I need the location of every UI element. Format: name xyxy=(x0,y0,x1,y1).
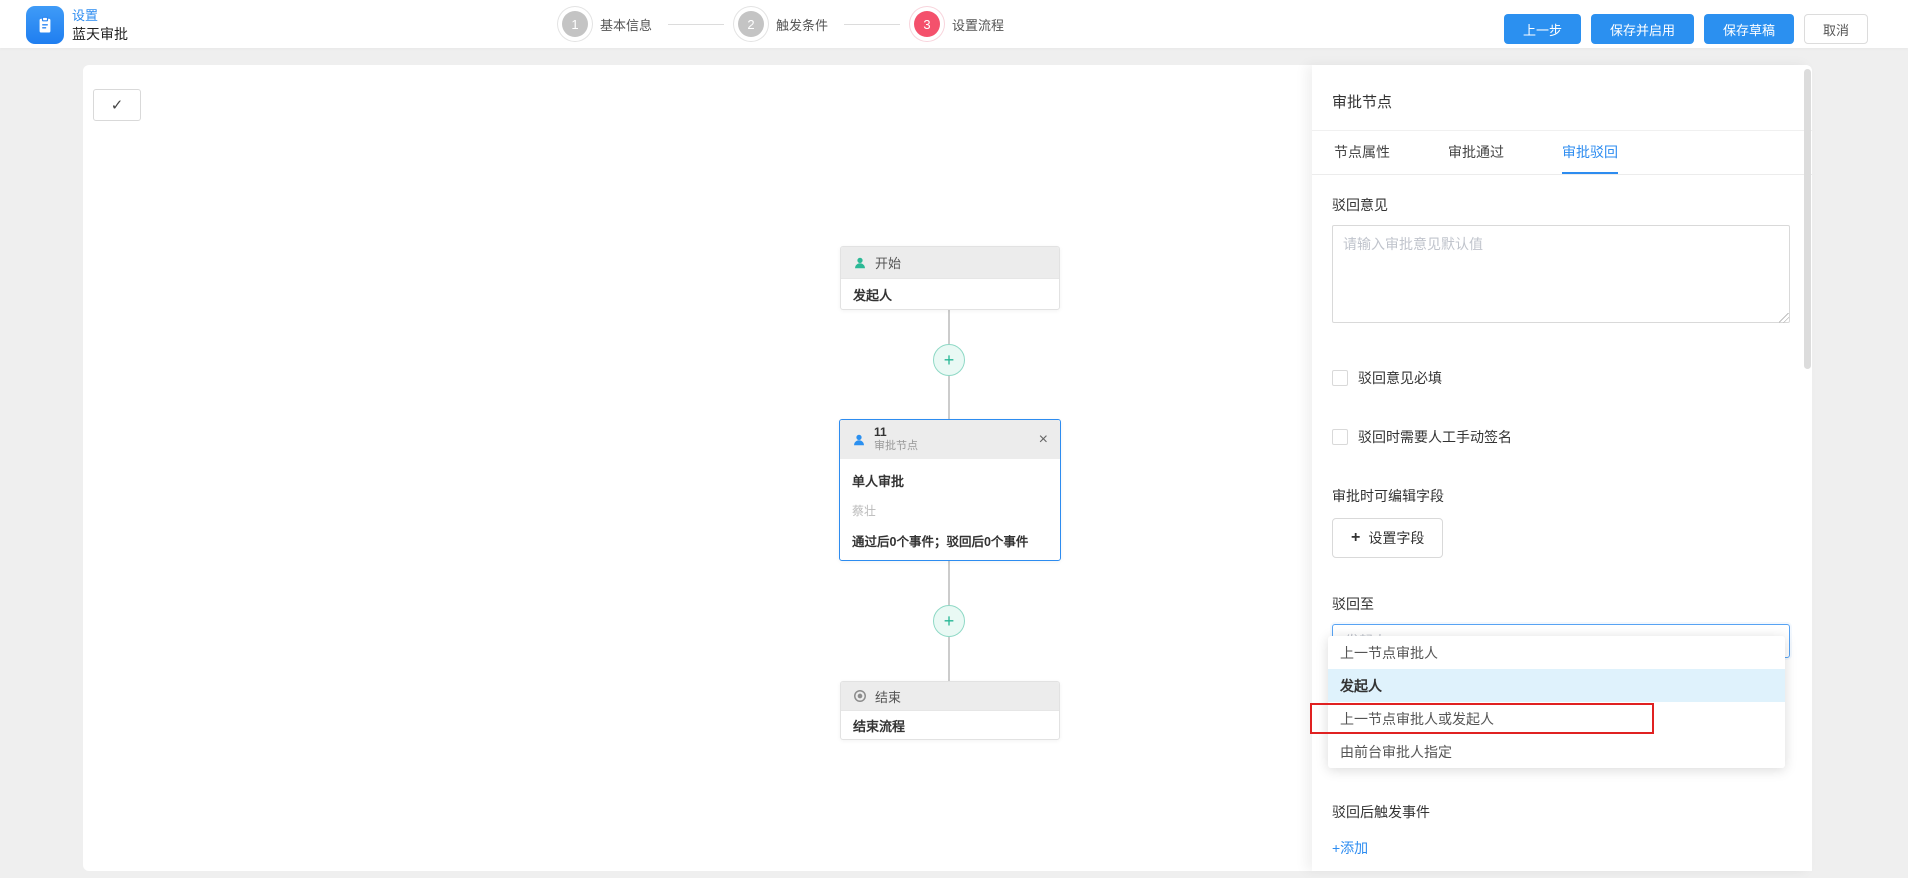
step-3-circle: 3 xyxy=(914,11,940,37)
plus-icon: + xyxy=(1351,529,1360,547)
stepper: 1 基本信息 2 触发条件 3 设置流程 xyxy=(556,0,1012,48)
step-1-label: 基本信息 xyxy=(600,15,652,34)
opinion-required-row: 驳回意见必填 xyxy=(1332,368,1792,388)
panel-title: 审批节点 xyxy=(1312,65,1812,131)
step-2-circle: 2 xyxy=(738,11,764,37)
end-node-title: 结束 xyxy=(875,687,901,706)
manual-signature-label: 驳回时需要人工手动签名 xyxy=(1358,427,1512,447)
dropdown-option-frontend-assign[interactable]: 由前台审批人指定 xyxy=(1328,735,1785,768)
dropdown-option-prev-approver[interactable]: 上一节点审批人 xyxy=(1328,636,1785,669)
reject-to-label: 驳回至 xyxy=(1332,594,1792,614)
tab-approval-reject[interactable]: 审批驳回 xyxy=(1562,131,1618,174)
approval-events: 通过后0个事件；驳回后0个事件 xyxy=(852,531,1048,550)
prev-step-button[interactable]: 上一步 xyxy=(1504,14,1581,44)
panel-body: 驳回意见 驳回意见必填 驳回时需要人工手动签名 审批时可编辑字段 + 设置字段 … xyxy=(1312,175,1812,878)
editable-fields-label: 审批时可编辑字段 xyxy=(1332,486,1792,506)
step-2-label: 触发条件 xyxy=(776,15,828,34)
panel-scrollbar[interactable] xyxy=(1804,69,1811,369)
start-node-title: 开始 xyxy=(875,253,901,272)
panel-tabs: 节点属性 审批通过 审批驳回 xyxy=(1312,131,1812,175)
end-circle-icon xyxy=(853,689,867,703)
set-fields-button-label: 设置字段 xyxy=(1368,528,1424,548)
person-icon xyxy=(852,433,866,447)
manual-signature-checkbox[interactable] xyxy=(1332,429,1348,445)
step-1-circle: 1 xyxy=(562,11,588,37)
approval-assignee: 蔡壮 xyxy=(852,502,1048,519)
save-draft-button[interactable]: 保存草稿 xyxy=(1704,14,1794,44)
step-connector xyxy=(668,24,724,25)
set-fields-button[interactable]: + 设置字段 xyxy=(1332,518,1443,558)
dropdown-option-initiator[interactable]: 发起人 xyxy=(1328,669,1785,702)
tab-node-properties[interactable]: 节点属性 xyxy=(1334,131,1390,174)
tab-approval-pass[interactable]: 审批通过 xyxy=(1448,131,1504,174)
reject-trigger-label: 驳回后触发事件 xyxy=(1332,802,1792,822)
approval-node-body: 单人审批 蔡壮 通过后0个事件；驳回后0个事件 xyxy=(840,459,1060,560)
opinion-textarea-wrap xyxy=(1332,225,1792,328)
end-node[interactable]: 结束 结束流程 xyxy=(840,681,1060,740)
start-node[interactable]: 开始 发起人 xyxy=(840,246,1060,310)
add-event-link[interactable]: +添加 xyxy=(1332,838,1368,858)
top-header: 设置 蓝天审批 1 基本信息 2 触发条件 3 设置流程 上一步 保存并启用 保… xyxy=(0,0,1908,48)
dropdown-option-prev-or-initiator[interactable]: 上一节点审批人或发起人 xyxy=(1328,702,1785,735)
save-and-enable-button[interactable]: 保存并启用 xyxy=(1591,14,1694,44)
approval-node-type: 审批节点 xyxy=(874,440,1031,453)
person-icon xyxy=(853,256,867,270)
workflow-name: 蓝天审批 xyxy=(72,24,128,44)
manual-signature-row: 驳回时需要人工手动签名 xyxy=(1332,427,1792,447)
step-connector xyxy=(844,24,900,25)
close-icon[interactable]: × xyxy=(1039,432,1048,448)
opinion-required-label: 驳回意见必填 xyxy=(1358,368,1442,388)
opinion-textarea[interactable] xyxy=(1332,225,1790,323)
app-logo xyxy=(26,6,64,44)
add-node-button[interactable]: + xyxy=(933,344,965,376)
header-actions: 上一步 保存并启用 保存草稿 取消 xyxy=(1504,14,1868,44)
reject-opinion-label: 驳回意见 xyxy=(1332,195,1792,215)
clipboard-icon xyxy=(35,15,55,35)
step-3-label: 设置流程 xyxy=(952,15,1004,34)
start-node-header: 开始 xyxy=(841,247,1059,278)
opinion-required-checkbox[interactable] xyxy=(1332,370,1348,386)
cancel-button[interactable]: 取消 xyxy=(1804,14,1868,44)
end-node-header: 结束 xyxy=(841,682,1059,710)
node-config-panel: 审批节点 节点属性 审批通过 审批驳回 驳回意见 驳回意见必填 驳回时需要人工手… xyxy=(1312,65,1812,871)
start-node-body: 发起人 xyxy=(841,278,1059,309)
check-tool-button[interactable]: ✓ xyxy=(93,89,141,121)
end-node-body: 结束流程 xyxy=(841,710,1059,739)
approval-node-header: 11 审批节点 × xyxy=(840,420,1060,459)
settings-link[interactable]: 设置 xyxy=(72,5,98,24)
approval-mode: 单人审批 xyxy=(852,471,1048,490)
add-node-button[interactable]: + xyxy=(933,605,965,637)
reject-to-dropdown: 上一节点审批人 发起人 上一节点审批人或发起人 由前台审批人指定 xyxy=(1328,636,1785,768)
approval-node-id: 11 xyxy=(874,426,1031,440)
approval-node[interactable]: 11 审批节点 × 单人审批 蔡壮 通过后0个事件；驳回后0个事件 xyxy=(839,419,1061,561)
approval-node-titles: 11 审批节点 xyxy=(874,426,1031,452)
